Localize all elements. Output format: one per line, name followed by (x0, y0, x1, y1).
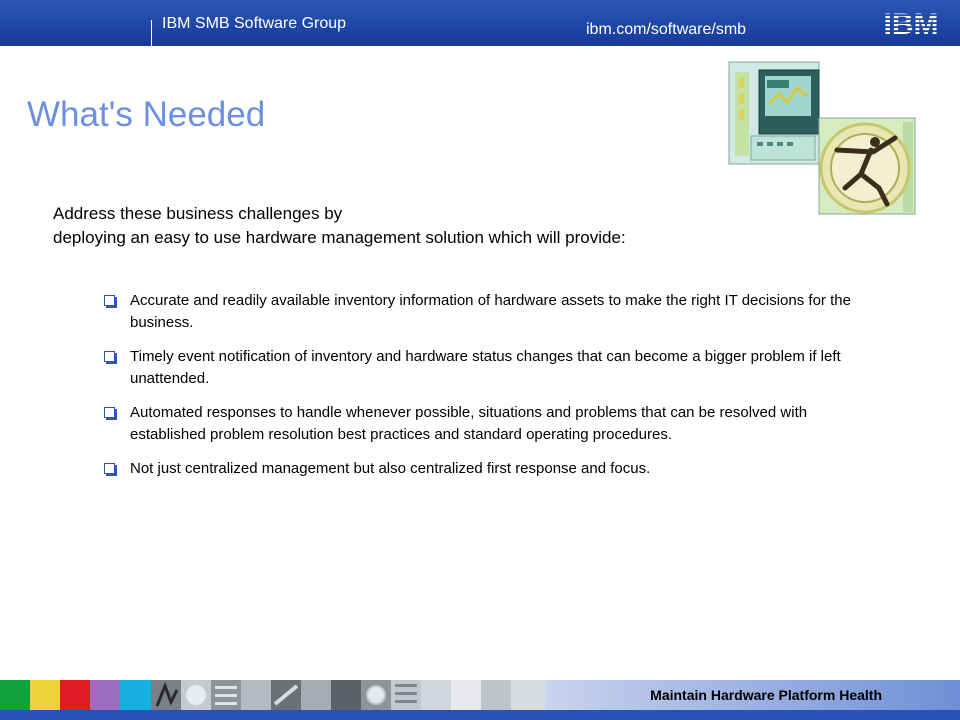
bullet-text: Not just centralized management but also… (130, 460, 651, 477)
ibm-logo-text: IBM (884, 8, 939, 38)
bullet-list: Accurate and readily available inventory… (104, 290, 864, 492)
checkbox-square-icon (104, 463, 115, 474)
footer-title: Maintain Hardware Platform Health (650, 687, 882, 703)
checkbox-square-icon (104, 407, 115, 418)
intro-text: Address these business challenges by dep… (53, 202, 813, 250)
color-swatch (60, 680, 90, 710)
color-swatch (30, 680, 60, 710)
slide-title: What's Needed (27, 95, 266, 134)
bottom-bar (0, 710, 960, 720)
bullet-text: Timely event notification of inventory a… (130, 348, 841, 387)
bullet-item: Accurate and readily available inventory… (104, 290, 864, 334)
color-swatch (120, 680, 151, 710)
color-swatch (0, 680, 30, 710)
intro-line: deploying an easy to use hardware manage… (53, 228, 626, 247)
bullet-text: Automated responses to handle whenever p… (130, 404, 808, 443)
checkbox-square-icon (104, 351, 115, 362)
bullet-text: Accurate and readily available inventory… (130, 292, 851, 331)
site-url: ibm.com/software/smb (586, 21, 747, 38)
bullet-item: Automated responses to handle whenever p… (104, 402, 864, 446)
header-divider (151, 20, 152, 46)
footer-strip: Maintain Hardware Platform Health (0, 680, 960, 710)
bullet-item: Not just centralized management but also… (104, 458, 864, 480)
bullet-item: Timely event notification of inventory a… (104, 346, 864, 390)
photo-strip (151, 680, 545, 710)
checkbox-square-icon (104, 295, 115, 306)
intro-line: Address these business challenges by (53, 204, 343, 223)
ibm-logo: IBM (884, 8, 939, 38)
header-bar: IBM SMB Software Group ibm.com/software/… (0, 0, 960, 46)
footer-label-area: Maintain Hardware Platform Health (545, 680, 960, 710)
group-name: IBM SMB Software Group (162, 15, 347, 32)
business-computer-clipart (728, 61, 916, 215)
color-swatch (90, 680, 120, 710)
